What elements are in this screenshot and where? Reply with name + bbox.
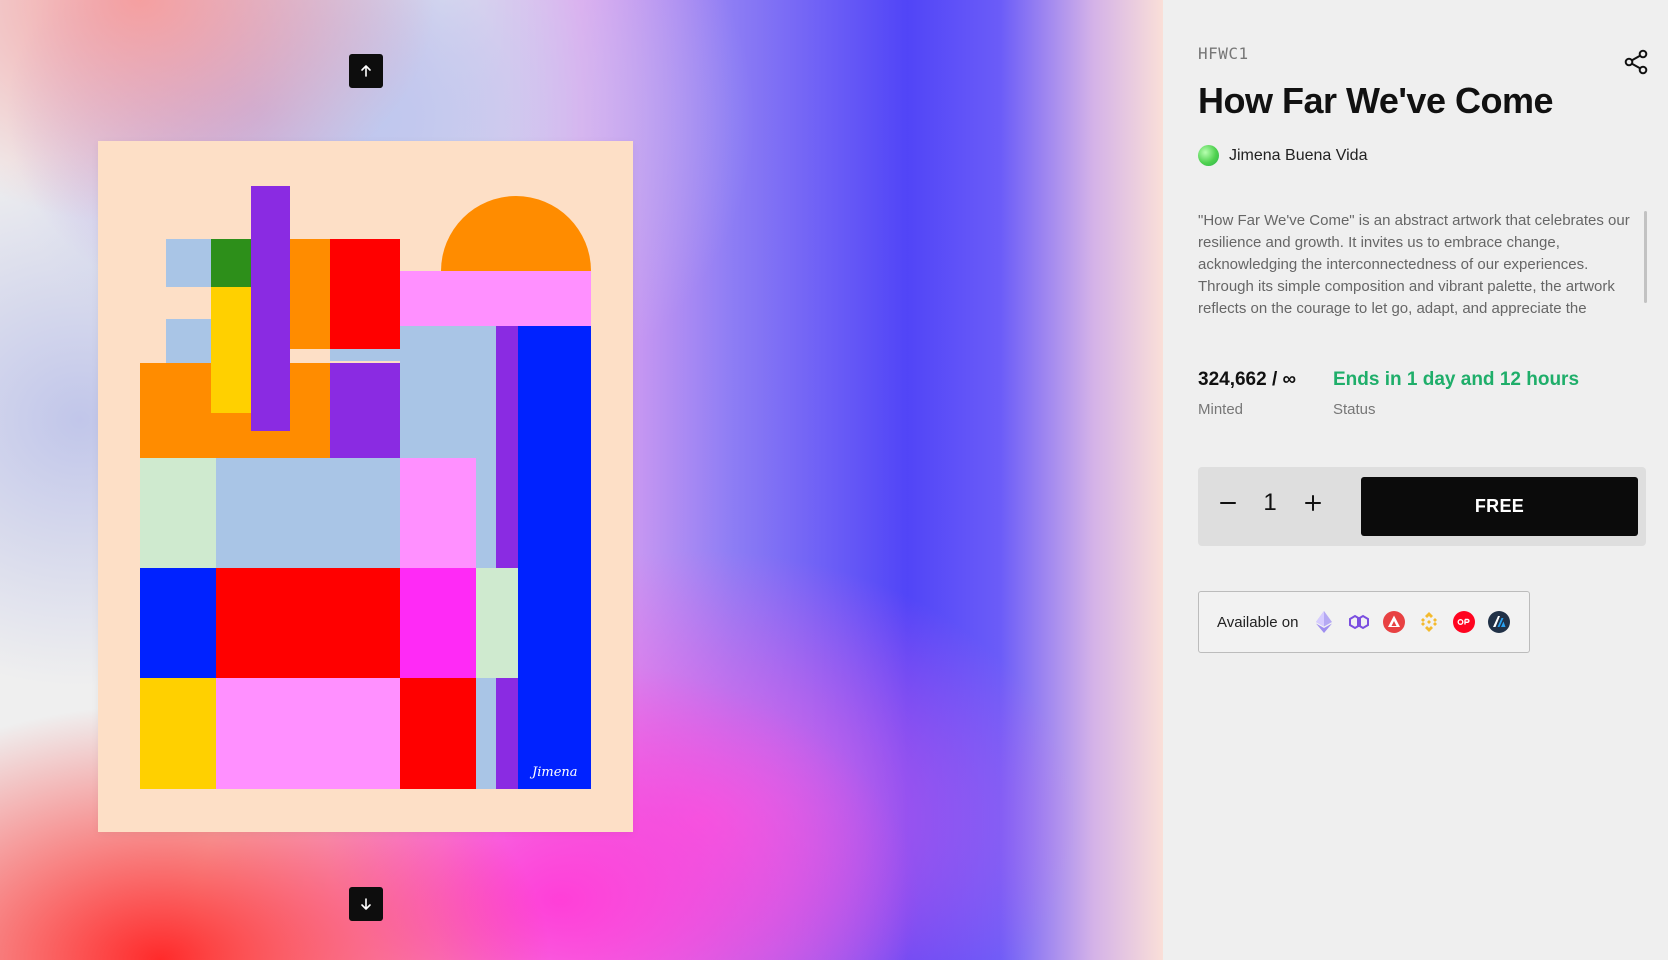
bnb-chain[interactable] bbox=[1417, 610, 1441, 634]
ethereum-chain[interactable] bbox=[1312, 610, 1336, 634]
increment-button[interactable] bbox=[1297, 487, 1329, 519]
availability-box: Available on bbox=[1198, 591, 1530, 653]
polygon-icon bbox=[1349, 614, 1370, 630]
mint-free-button[interactable]: FREE bbox=[1361, 477, 1638, 536]
minus-icon bbox=[1220, 502, 1236, 504]
polygon-chain[interactable] bbox=[1347, 610, 1371, 634]
avatar bbox=[1198, 145, 1219, 166]
next-artwork-button[interactable] bbox=[349, 887, 383, 921]
optimism-chain[interactable] bbox=[1452, 610, 1476, 634]
creator-name: Jimena Buena Vida bbox=[1229, 146, 1368, 164]
bnb-icon bbox=[1421, 612, 1438, 632]
status-stat: Ends in 1 day and 12 hours Status bbox=[1333, 369, 1579, 418]
artwork-title: How Far We've Come bbox=[1198, 80, 1554, 121]
minted-count: 324,662 / ∞ bbox=[1198, 369, 1297, 390]
avalanche-icon bbox=[1383, 611, 1406, 633]
mint-controls: 1 FREE bbox=[1198, 467, 1646, 546]
artwork-gallery: Jimena bbox=[0, 0, 1163, 960]
details-panel: HFWC1 How Far We've Come Jimena Buena Vi… bbox=[1163, 0, 1668, 960]
plus-icon bbox=[1305, 495, 1321, 511]
ethereum-icon bbox=[1316, 611, 1333, 633]
minted-stat: 324,662 / ∞ Minted bbox=[1198, 369, 1296, 418]
decrement-button[interactable] bbox=[1212, 487, 1244, 519]
share-button[interactable] bbox=[1623, 48, 1651, 76]
artwork-image: Jimena bbox=[98, 141, 633, 832]
arrow-up-icon bbox=[361, 65, 371, 77]
artwork-description: "How Far We've Come" is an abstract artw… bbox=[1198, 212, 1630, 317]
arbitrum-chain[interactable] bbox=[1487, 610, 1511, 634]
status-label: Status bbox=[1333, 401, 1376, 418]
creator-link[interactable]: Jimena Buena Vida bbox=[1198, 145, 1367, 166]
arbitrum-icon bbox=[1488, 611, 1511, 633]
minted-label: Minted bbox=[1198, 401, 1244, 418]
previous-artwork-button[interactable] bbox=[349, 54, 383, 88]
status-value: Ends in 1 day and 12 hours bbox=[1333, 369, 1580, 390]
optimism-icon bbox=[1453, 611, 1476, 633]
available-on-label: Available on bbox=[1217, 613, 1299, 631]
description-scroll-area[interactable]: "How Far We've Come" is an abstract artw… bbox=[1198, 210, 1636, 322]
quantity-value[interactable]: 1 bbox=[1258, 487, 1282, 519]
share-icon bbox=[1624, 49, 1648, 75]
description-scrollbar[interactable] bbox=[1644, 211, 1647, 303]
arrow-down-icon bbox=[361, 898, 371, 910]
artwork-signature: Jimena bbox=[529, 765, 578, 780]
avalanche-chain[interactable] bbox=[1382, 610, 1406, 634]
collection-code: HFWC1 bbox=[1198, 44, 1249, 63]
